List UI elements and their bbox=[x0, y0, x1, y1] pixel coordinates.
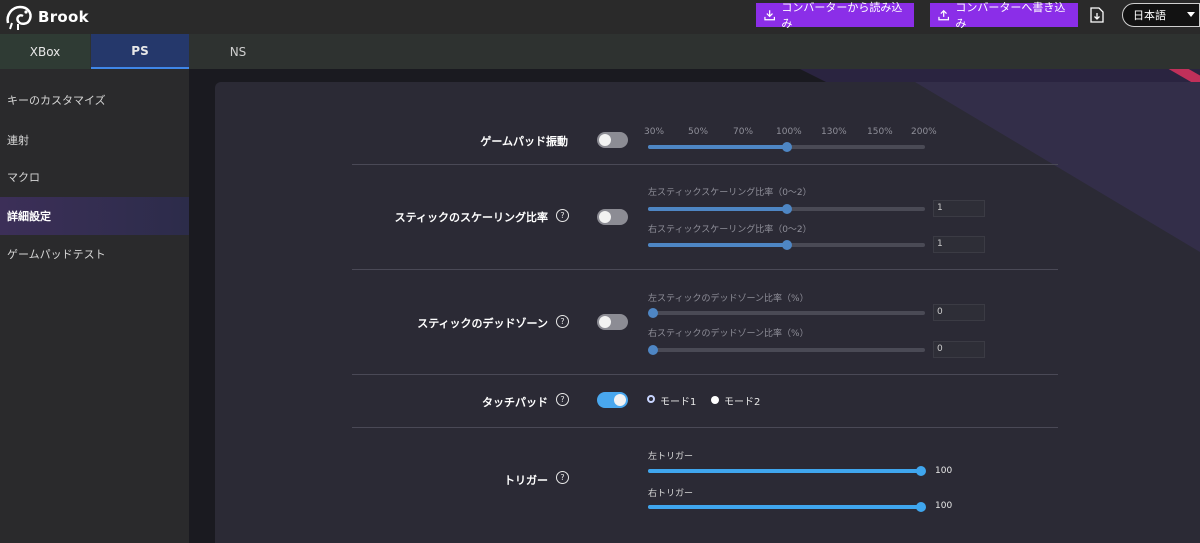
vibration-slider[interactable] bbox=[648, 142, 925, 152]
slider-fill bbox=[648, 469, 925, 473]
touchpad-toggle[interactable] bbox=[597, 392, 628, 408]
slider-fill bbox=[648, 207, 787, 211]
slider-thumb[interactable] bbox=[648, 308, 658, 318]
vibration-tick: 100% bbox=[776, 127, 802, 137]
read-from-converter-button[interactable]: コンバーターから読み込み bbox=[756, 1, 914, 30]
import-file-icon[interactable] bbox=[1090, 7, 1104, 23]
slider-thumb[interactable] bbox=[782, 240, 792, 250]
vibration-tick: 70% bbox=[733, 127, 754, 137]
right-trigger-slider[interactable] bbox=[648, 502, 926, 512]
vibration-tick: 30% bbox=[644, 127, 665, 137]
slider-fill bbox=[648, 505, 925, 509]
vibration-toggle[interactable] bbox=[597, 132, 628, 148]
write-to-converter-label: コンバーターへ書き込み bbox=[955, 1, 1066, 30]
vibration-tick: 150% bbox=[867, 127, 893, 137]
sidebar-item-turbo[interactable]: 連射 bbox=[0, 121, 189, 159]
slider-thumb[interactable] bbox=[916, 502, 926, 512]
row-divider bbox=[352, 374, 1058, 375]
right-stick-scaling-input[interactable]: 1 bbox=[933, 236, 985, 253]
toggle-knob bbox=[599, 316, 611, 328]
right-stick-scaling-label: 右スティックスケーリング比率（0〜2） bbox=[648, 225, 812, 235]
help-icon[interactable]: ? bbox=[556, 209, 569, 222]
sidebar-item-macro[interactable]: マクロ bbox=[0, 158, 189, 196]
vibration-tick: 50% bbox=[688, 127, 709, 137]
deadzone-label: スティックのデッドゾーン bbox=[417, 317, 548, 330]
upload-icon bbox=[938, 9, 950, 21]
top-bar: Brook コンバーターから読み込み コンバーターへ書き込み 日本語 bbox=[0, 0, 1200, 34]
touchpad-mode1-label: モード1 bbox=[660, 397, 697, 408]
sidebar: キーのカスタマイズ 連射 マクロ 詳細設定 ゲームパッドテスト bbox=[0, 69, 189, 543]
chameleon-icon bbox=[6, 5, 32, 30]
left-trigger-value: 100 bbox=[935, 466, 953, 476]
slider-fill bbox=[648, 243, 787, 247]
tab-ns[interactable]: NS bbox=[189, 34, 287, 69]
left-trigger-slider[interactable] bbox=[648, 466, 926, 476]
stick-scaling-label: スティックのスケーリング比率 bbox=[394, 211, 548, 224]
help-icon[interactable]: ? bbox=[556, 393, 569, 406]
left-deadzone-input[interactable]: 0 bbox=[933, 304, 985, 321]
language-select[interactable]: 日本語 bbox=[1122, 3, 1200, 27]
right-stick-scaling-slider[interactable] bbox=[648, 240, 925, 250]
read-from-converter-label: コンバーターから読み込み bbox=[781, 1, 903, 30]
right-trigger-value: 100 bbox=[935, 501, 953, 511]
slider-thumb[interactable] bbox=[916, 466, 926, 476]
stick-scaling-toggle[interactable] bbox=[597, 209, 628, 225]
right-deadzone-input[interactable]: 0 bbox=[933, 341, 985, 358]
touchpad-mode1-radio[interactable] bbox=[647, 395, 655, 403]
write-to-converter-button[interactable]: コンバーターへ書き込み bbox=[930, 1, 1078, 30]
left-stick-scaling-label: 左スティックスケーリング比率（0〜2） bbox=[648, 188, 812, 198]
download-icon bbox=[764, 10, 775, 21]
brand-name: Brook bbox=[38, 8, 89, 26]
vibration-tick: 200% bbox=[911, 127, 937, 137]
right-deadzone-slider[interactable] bbox=[648, 345, 925, 355]
row-divider bbox=[352, 269, 1058, 270]
left-trigger-label: 左トリガー bbox=[648, 452, 694, 462]
slider-fill bbox=[648, 145, 787, 149]
right-trigger-label: 右トリガー bbox=[648, 489, 694, 499]
vibration-label: ゲームパッド振動 bbox=[480, 135, 568, 148]
sidebar-item-key-customize[interactable]: キーのカスタマイズ bbox=[0, 81, 189, 119]
touchpad-mode2-label: モード2 bbox=[724, 397, 761, 408]
help-icon[interactable]: ? bbox=[556, 471, 569, 484]
sidebar-item-gamepad-test[interactable]: ゲームパッドテスト bbox=[0, 235, 189, 273]
panel-decoration bbox=[915, 82, 1200, 252]
help-icon[interactable]: ? bbox=[556, 315, 569, 328]
right-deadzone-label: 右スティックのデッドゾーン比率（%） bbox=[648, 329, 809, 339]
toggle-knob bbox=[599, 211, 611, 223]
toggle-knob bbox=[599, 134, 611, 146]
left-deadzone-label: 左スティックのデッドゾーン比率（%） bbox=[648, 294, 809, 304]
touchpad-label: タッチパッド bbox=[482, 396, 548, 409]
brand-logo: Brook bbox=[4, 3, 89, 31]
chevron-down-icon bbox=[1187, 12, 1195, 17]
language-value: 日本語 bbox=[1133, 9, 1166, 22]
vibration-tick: 130% bbox=[821, 127, 847, 137]
touchpad-mode2-radio[interactable] bbox=[711, 396, 719, 404]
platform-tabs: XBox PS NS bbox=[0, 34, 1200, 69]
deadzone-toggle[interactable] bbox=[597, 314, 628, 330]
sidebar-item-advanced-settings[interactable]: 詳細設定 bbox=[0, 197, 189, 235]
slider-thumb[interactable] bbox=[648, 345, 658, 355]
row-divider bbox=[352, 164, 1058, 165]
slider-thumb[interactable] bbox=[782, 142, 792, 152]
tab-xbox[interactable]: XBox bbox=[0, 34, 90, 69]
tab-ps[interactable]: PS bbox=[91, 34, 189, 69]
slider-thumb[interactable] bbox=[782, 204, 792, 214]
trigger-label: トリガー bbox=[504, 474, 548, 487]
left-stick-scaling-input[interactable]: 1 bbox=[933, 200, 985, 217]
left-deadzone-slider[interactable] bbox=[648, 308, 925, 318]
row-divider bbox=[352, 427, 1058, 428]
left-stick-scaling-slider[interactable] bbox=[648, 204, 925, 214]
toggle-knob bbox=[614, 394, 626, 406]
